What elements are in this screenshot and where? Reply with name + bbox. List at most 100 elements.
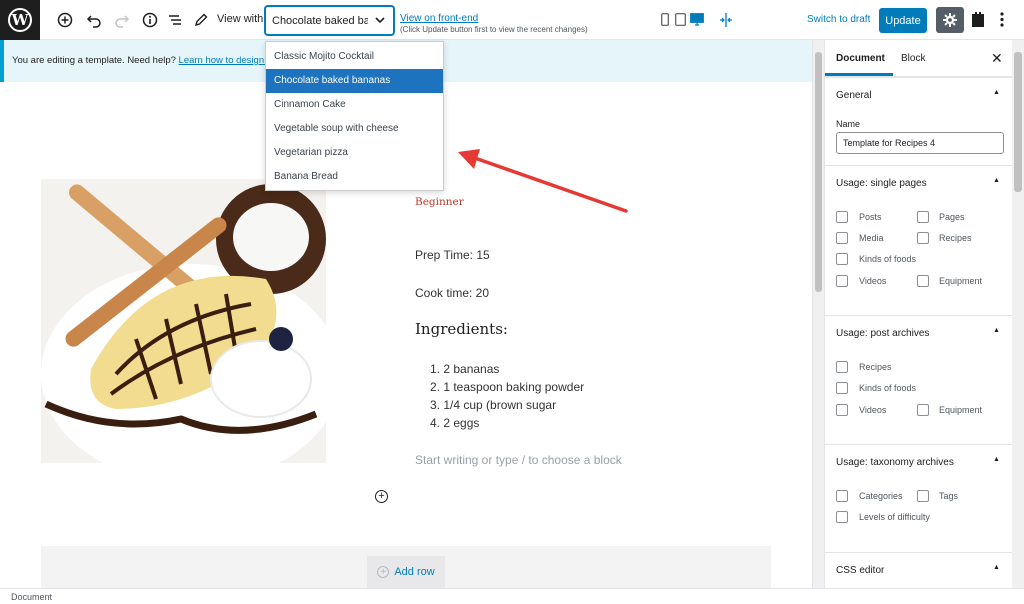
mobile-preview-button[interactable] <box>659 12 671 27</box>
checkbox-kinds-of-foods[interactable] <box>836 253 848 265</box>
resize-columns-icon <box>720 12 732 27</box>
chevron-down-icon <box>375 17 385 24</box>
checkbox-label: Recipes <box>939 233 972 243</box>
checkbox-label: Levels of difficulty <box>859 512 930 522</box>
wordpress-logo-button[interactable]: W <box>0 0 40 40</box>
sidebar-tabs: Document Block ✕ <box>825 40 1012 77</box>
plus-icon: + <box>378 490 385 502</box>
checkbox-label: Kinds of foods <box>859 383 917 393</box>
dropdown-option-selected[interactable]: Chocolate baked bananas <box>266 69 443 93</box>
panel-title: Usage: taxonomy archives <box>836 457 954 468</box>
front-end-note: (Click Update button first to view the r… <box>400 25 588 34</box>
checkbox-categories[interactable] <box>836 490 848 502</box>
checkbox-label: Tags <box>939 491 959 501</box>
checkbox-label: Posts <box>859 212 882 222</box>
block-placeholder[interactable]: Start writing or type / to choose a bloc… <box>415 453 622 467</box>
info-button[interactable] <box>141 11 159 29</box>
checkbox-posts[interactable] <box>836 211 848 223</box>
close-icon[interactable]: ✕ <box>991 50 1003 67</box>
plugin-sidebar-button[interactable] <box>971 11 985 31</box>
tab-document[interactable]: Document <box>836 53 885 64</box>
add-block-button[interactable] <box>56 11 74 29</box>
plus-circle-icon: + <box>377 566 390 578</box>
checkbox-archive-kinds-of-foods[interactable] <box>836 382 848 394</box>
desktop-preview-button[interactable] <box>690 12 704 27</box>
tab-block[interactable]: Block <box>901 53 925 64</box>
block-navigation-button[interactable] <box>166 11 184 29</box>
settings-button[interactable] <box>936 7 964 33</box>
editor-toolbar: W View with: Chocolate baked ban... View… <box>0 0 1024 40</box>
notice-help-link[interactable]: Learn how to design te <box>179 55 275 66</box>
tablet-preview-button[interactable] <box>674 12 686 27</box>
gear-icon <box>943 13 957 27</box>
checkbox-label: Equipment <box>939 405 983 415</box>
checkbox-pages[interactable] <box>917 211 929 223</box>
notice-message: You are editing a template. Need help? <box>12 55 179 66</box>
annotation-arrow <box>458 149 628 213</box>
editor-scrollbar-thumb[interactable] <box>815 52 822 292</box>
column-width-button[interactable] <box>718 12 734 27</box>
edit-mode-button[interactable] <box>192 11 210 29</box>
status-bar: Document <box>0 588 1024 604</box>
checkbox-tags[interactable] <box>917 490 929 502</box>
checkbox-media[interactable] <box>836 232 848 244</box>
checkbox-label: Videos <box>859 405 887 415</box>
view-on-front-end-link[interactable]: View on front-end <box>400 13 478 24</box>
dropdown-option[interactable]: Banana Bread <box>266 165 443 189</box>
list-view-icon <box>169 15 181 25</box>
ingredients-list: 1. 2 bananas 2. 1 teaspoon baking powder… <box>430 360 584 432</box>
checkbox-archive-videos[interactable] <box>836 404 848 416</box>
plugin-icon <box>972 12 984 27</box>
checkbox-label: Videos <box>859 276 887 286</box>
dropdown-option[interactable]: Vegetarian pizza <box>266 141 443 165</box>
chevron-up-icon: ▲ <box>993 564 1000 571</box>
checkbox-videos[interactable] <box>836 275 848 287</box>
redo-button[interactable] <box>113 11 131 29</box>
checkbox-equipment[interactable] <box>917 275 929 287</box>
inline-add-block-button[interactable]: + <box>375 490 388 503</box>
dropdown-option[interactable]: Vegetable soup with cheese <box>266 117 443 141</box>
sidebar-scrollbar-thumb[interactable] <box>1014 52 1022 192</box>
update-button[interactable]: Update <box>879 8 927 33</box>
chevron-up-icon: ▲ <box>993 89 1000 96</box>
checkbox-label: Kinds of foods <box>859 254 917 264</box>
undo-icon <box>86 15 101 28</box>
panel-general-toggle[interactable]: General ▲ <box>825 77 1012 113</box>
recipe-image[interactable] <box>41 179 326 463</box>
checkbox-recipes[interactable] <box>917 232 929 244</box>
panel-post-archives-toggle[interactable]: Usage: post archives ▲ <box>825 315 1012 351</box>
more-menu-button[interactable] <box>999 11 1005 31</box>
list-item: 4. 2 eggs <box>430 416 480 430</box>
more-vertical-icon <box>1000 12 1004 27</box>
panel-title: General <box>836 90 872 101</box>
desktop-icon <box>690 13 704 26</box>
panel-title: Usage: post archives <box>836 328 930 339</box>
add-row-label: Add row <box>394 566 435 578</box>
sidebar-scrollbar[interactable] <box>1012 40 1024 588</box>
row-area: + Add row <box>41 546 771 588</box>
editor-scrollbar[interactable] <box>812 40 824 588</box>
checkbox-label: Equipment <box>939 276 983 286</box>
dropdown-option[interactable]: Classic Mojito Cocktail <box>266 45 443 69</box>
template-name-field[interactable]: Template for Recipes 4 <box>836 132 1004 154</box>
panel-taxonomy-archives-toggle[interactable]: Usage: taxonomy archives ▲ <box>825 444 1012 480</box>
add-row-button[interactable]: + Add row <box>367 556 445 588</box>
view-with-select[interactable]: Chocolate baked ban... <box>265 6 394 35</box>
panel-single-pages-toggle[interactable]: Usage: single pages ▲ <box>825 165 1012 201</box>
dropdown-option[interactable]: Cinnamon Cake <box>266 93 443 117</box>
checkbox-archive-equipment[interactable] <box>917 404 929 416</box>
panel-title: CSS editor <box>836 565 885 576</box>
panel-title: Usage: single pages <box>836 178 927 189</box>
breadcrumb[interactable]: Document <box>11 592 52 602</box>
plus-circle-icon <box>57 12 73 28</box>
cook-time: Cook time: 20 <box>415 286 490 300</box>
panel-css-editor-toggle[interactable]: CSS editor ▲ <box>825 552 1012 588</box>
checkbox-label: Recipes <box>859 362 892 372</box>
settings-sidebar: Document Block ✕ General ▲ Name Template… <box>824 40 1012 588</box>
switch-to-draft-button[interactable]: Switch to draft <box>807 14 870 25</box>
undo-button[interactable] <box>85 11 103 29</box>
name-field-label: Name <box>836 119 861 129</box>
checkbox-archive-recipes[interactable] <box>836 361 848 373</box>
checkbox-levels-of-difficulty[interactable] <box>836 511 848 523</box>
checkbox-label: Pages <box>939 212 965 222</box>
